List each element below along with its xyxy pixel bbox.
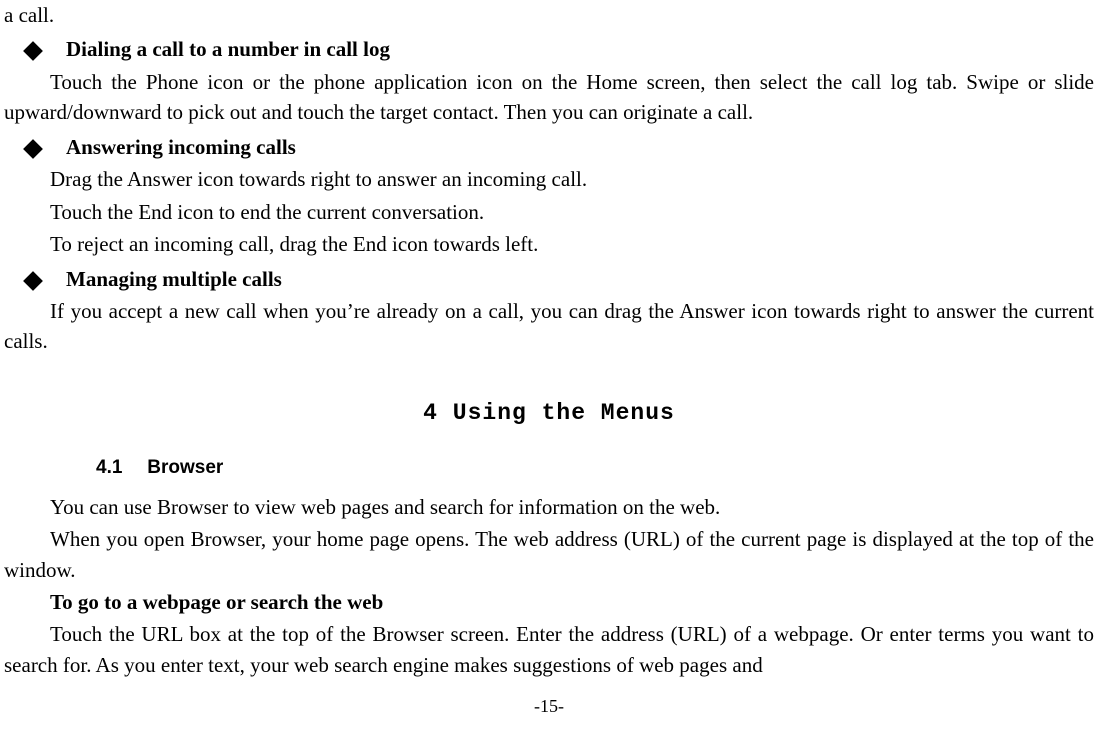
section-heading: 4 Using the Menus <box>4 397 1094 430</box>
browser-bold-heading: To go to a webpage or search the web <box>4 587 1094 617</box>
bullet-item: Managing multiple calls <box>4 264 1094 294</box>
bullet-paragraph: Touch the End icon to end the current co… <box>4 197 1094 227</box>
bullet-paragraph: Drag the Answer icon towards right to an… <box>4 164 1094 194</box>
diamond-bullet-icon <box>23 42 43 62</box>
bullet-paragraph: Touch the Phone icon or the phone applic… <box>4 67 1094 128</box>
bullet-title: Dialing a call to a number in call log <box>66 34 390 64</box>
bullet-item: Answering incoming calls <box>4 132 1094 162</box>
document-page: a call. Dialing a call to a number in ca… <box>0 0 1098 735</box>
bullet-paragraph: To reject an incoming call, drag the End… <box>4 229 1094 259</box>
section-title: Using the Menus <box>453 400 675 426</box>
subsection-heading: 4.1 Browser <box>96 454 1094 482</box>
section-number: 4 <box>423 400 438 426</box>
bullet-title: Managing multiple calls <box>66 264 282 294</box>
bullets-container: Dialing a call to a number in call logTo… <box>4 34 1094 356</box>
bullet-item: Dialing a call to a number in call log <box>4 34 1094 64</box>
diamond-bullet-icon <box>23 271 43 291</box>
page-number: -15- <box>0 693 1098 719</box>
bullet-title: Answering incoming calls <box>66 132 296 162</box>
browser-paragraph: You can use Browser to view web pages an… <box>4 492 1094 522</box>
diamond-bullet-icon <box>23 139 43 159</box>
subsection-number: 4.1 <box>96 454 142 482</box>
fragment-top: a call. <box>4 0 1094 30</box>
browser-text-container: You can use Browser to view web pages an… <box>4 492 1094 585</box>
subsection-title: Browser <box>147 457 223 478</box>
bullet-paragraph: If you accept a new call when you’re alr… <box>4 296 1094 357</box>
browser-tail-paragraph: Touch the URL box at the top of the Brow… <box>4 619 1094 680</box>
browser-paragraph: When you open Browser, your home page op… <box>4 524 1094 585</box>
